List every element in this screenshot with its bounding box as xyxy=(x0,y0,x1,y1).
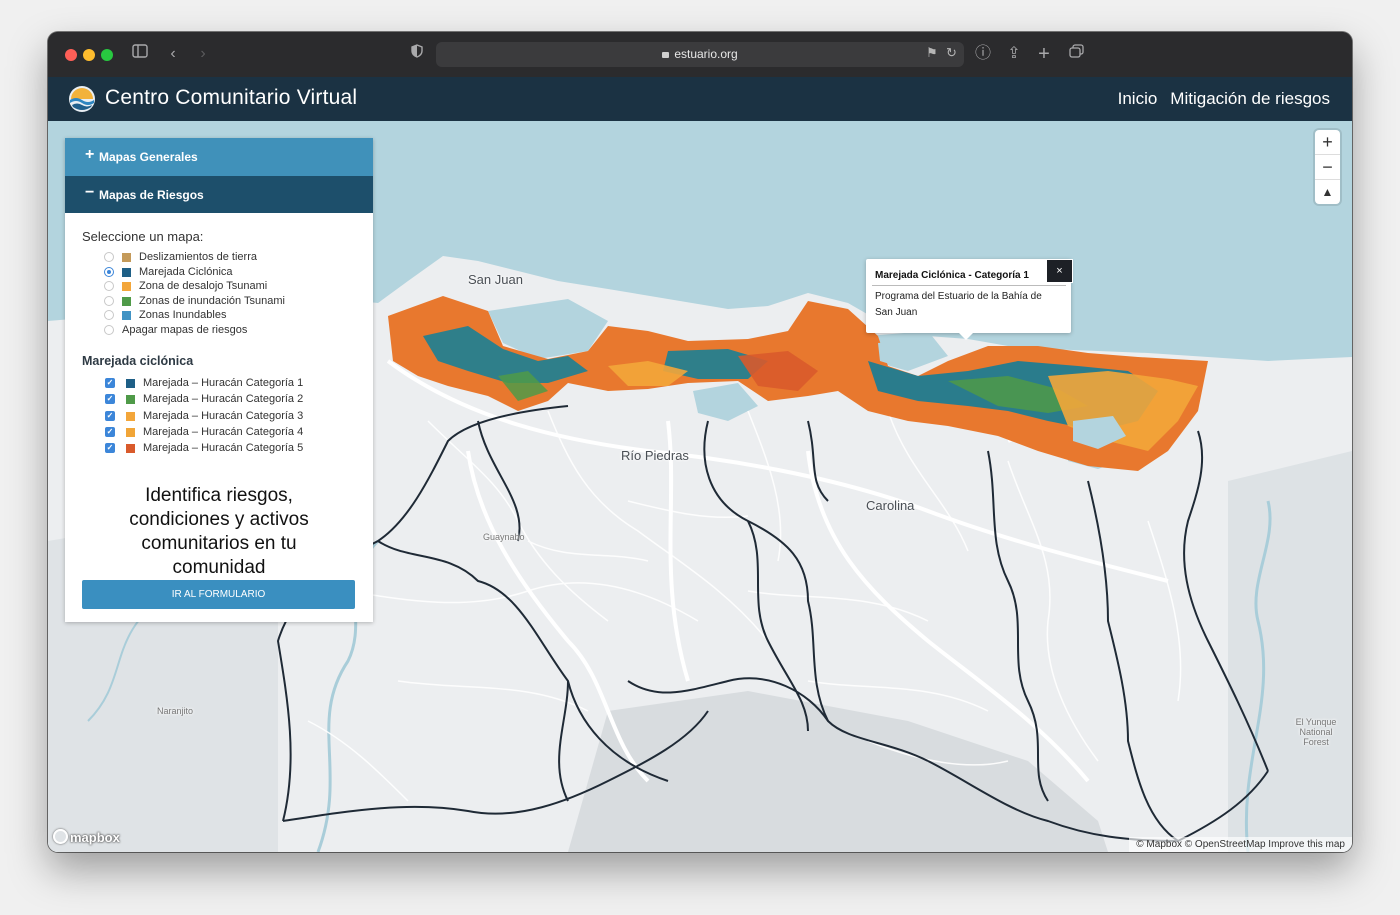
mapbox-logo[interactable]: mapbox xyxy=(53,829,120,845)
back-icon[interactable]: ‹ xyxy=(162,43,184,65)
address-bar[interactable]: estuario.org ⚑ ↻ xyxy=(436,42,964,67)
map-option-inundacion-tsunami[interactable]: Zonas de inundación Tsunami xyxy=(104,294,285,308)
info-icon[interactable]: ⓘ xyxy=(972,43,994,65)
map-option-marejada[interactable]: Marejada Ciclónica xyxy=(104,265,233,279)
cta-text: Identifica riesgos, condiciones y activo… xyxy=(129,485,309,578)
popup-close-button[interactable]: × xyxy=(1046,259,1073,283)
radio-button[interactable] xyxy=(104,281,114,291)
place-label-rio-piedras: Río Piedras xyxy=(621,448,689,463)
accordion-mapas-generales[interactable]: + Mapas Generales xyxy=(65,138,373,176)
radio-button-selected[interactable] xyxy=(104,267,114,277)
legend-title: Marejada ciclónica xyxy=(82,354,194,368)
map-option-apagar[interactable]: Apagar mapas de riesgos xyxy=(104,323,247,337)
map-canvas[interactable]: San Juan Río Piedras Carolina Guaynabo N… xyxy=(48,121,1352,852)
zoom-controls: + − ▲ xyxy=(1315,130,1340,204)
checkbox-checked-icon[interactable]: ✓ xyxy=(105,411,115,421)
legend-swatch xyxy=(122,267,131,277)
popup-title: Marejada Ciclónica - Categoría 1 xyxy=(875,270,1029,281)
radio-button[interactable] xyxy=(104,325,114,335)
legend-swatch xyxy=(126,443,135,453)
place-label-guaynabo: Guaynabo xyxy=(483,532,525,542)
map-option-desalojo-tsunami[interactable]: Zona de desalojo Tsunami xyxy=(104,279,267,293)
url-text: estuario.org xyxy=(674,47,738,61)
legend-item-cat5[interactable]: ✓ Marejada – Huracán Categoría 5 xyxy=(105,441,303,455)
radio-button[interactable] xyxy=(104,310,114,320)
close-window-button[interactable] xyxy=(65,49,77,61)
minimize-window-button[interactable] xyxy=(83,49,95,61)
accordion-mapas-de-riesgos[interactable]: − Mapas de Riesgos xyxy=(65,176,373,213)
legend-item-cat2[interactable]: ✓ Marejada – Huracán Categoría 2 xyxy=(105,392,303,406)
legend-swatch xyxy=(122,310,131,320)
sidebar-toggle-icon[interactable] xyxy=(129,43,151,65)
radio-button[interactable] xyxy=(104,252,114,262)
browser-toolbar: ‹ › estuario.org ⚑ ↻ ⓘ ⇪ + xyxy=(48,32,1352,78)
reload-icon[interactable]: ↻ xyxy=(946,45,957,61)
place-label-el-yunque: El Yunque National Forest xyxy=(1295,717,1337,747)
ir-al-formulario-button[interactable]: IR AL FORMULARIO xyxy=(82,580,355,609)
select-map-label: Seleccione un mapa: xyxy=(82,229,204,244)
accordion-mapas-de-riesgos-label: Mapas de Riesgos xyxy=(99,188,204,202)
place-label-naranjito: Naranjito xyxy=(157,706,194,716)
site-header: Centro Comunitario Virtual Inicio Mitiga… xyxy=(48,77,1352,121)
popup-body: Programa del Estuario de la Bahía de San… xyxy=(875,291,1042,318)
legend-swatch xyxy=(122,281,131,291)
plus-icon: + xyxy=(85,146,95,163)
legend-swatch xyxy=(126,427,135,437)
maximize-window-button[interactable] xyxy=(101,49,113,61)
nav-mitigacion[interactable]: Mitigación de riesgos xyxy=(1170,89,1330,109)
legend-swatch xyxy=(126,411,135,421)
forward-icon[interactable]: › xyxy=(192,43,214,65)
checkbox-checked-icon[interactable]: ✓ xyxy=(105,443,115,453)
zoom-in-button[interactable]: + xyxy=(1315,130,1340,155)
nav-inicio[interactable]: Inicio xyxy=(1118,89,1158,109)
site-title[interactable]: Centro Comunitario Virtual xyxy=(105,86,357,110)
main-nav: Inicio Mitigación de riesgos xyxy=(1118,89,1330,109)
popup-divider xyxy=(872,285,1066,286)
legend-item-cat3[interactable]: ✓ Marejada – Huracán Categoría 3 xyxy=(105,409,303,423)
privacy-shield-icon[interactable] xyxy=(406,43,428,65)
side-panel: + Mapas Generales − Mapas de Riesgos Sel… xyxy=(65,138,373,622)
radio-button[interactable] xyxy=(104,296,114,306)
map-popup: Marejada Ciclónica - Categoría 1 Program… xyxy=(866,259,1073,340)
compass-button[interactable]: ▲ xyxy=(1315,180,1340,204)
map-option-deslizamientos[interactable]: Deslizamientos de tierra xyxy=(104,250,257,264)
share-icon[interactable]: ⇪ xyxy=(1003,43,1025,65)
translate-icon[interactable]: ⚑ xyxy=(926,45,938,61)
place-label-san-juan: San Juan xyxy=(468,272,523,287)
map-option-zonas-inundables[interactable]: Zonas Inundables xyxy=(104,308,226,322)
lock-icon xyxy=(662,52,670,58)
checkbox-checked-icon[interactable]: ✓ xyxy=(105,378,115,388)
accordion-mapas-generales-label: Mapas Generales xyxy=(99,150,198,164)
legend-swatch xyxy=(126,394,135,404)
checkbox-checked-icon[interactable]: ✓ xyxy=(105,394,115,404)
tabs-overview-icon[interactable] xyxy=(1065,43,1087,65)
site-logo-icon[interactable] xyxy=(68,85,96,113)
mapbox-logo-icon xyxy=(53,829,68,844)
legend-item-cat1[interactable]: ✓ Marejada – Huracán Categoría 1 xyxy=(105,376,303,390)
minus-icon: − xyxy=(85,184,95,201)
new-tab-icon[interactable]: + xyxy=(1033,43,1055,65)
legend-swatch xyxy=(126,378,135,388)
legend-item-cat4[interactable]: ✓ Marejada – Huracán Categoría 4 xyxy=(105,425,303,439)
browser-window: ‹ › estuario.org ⚑ ↻ ⓘ ⇪ + Centro Comuni… xyxy=(48,32,1352,852)
place-label-carolina: Carolina xyxy=(866,498,915,513)
legend-swatch xyxy=(122,252,131,262)
checkbox-checked-icon[interactable]: ✓ xyxy=(105,427,115,437)
zoom-out-button[interactable]: − xyxy=(1315,155,1340,180)
map-attribution[interactable]: © Mapbox © OpenStreetMap Improve this ma… xyxy=(1129,837,1352,852)
legend-swatch xyxy=(122,296,131,306)
